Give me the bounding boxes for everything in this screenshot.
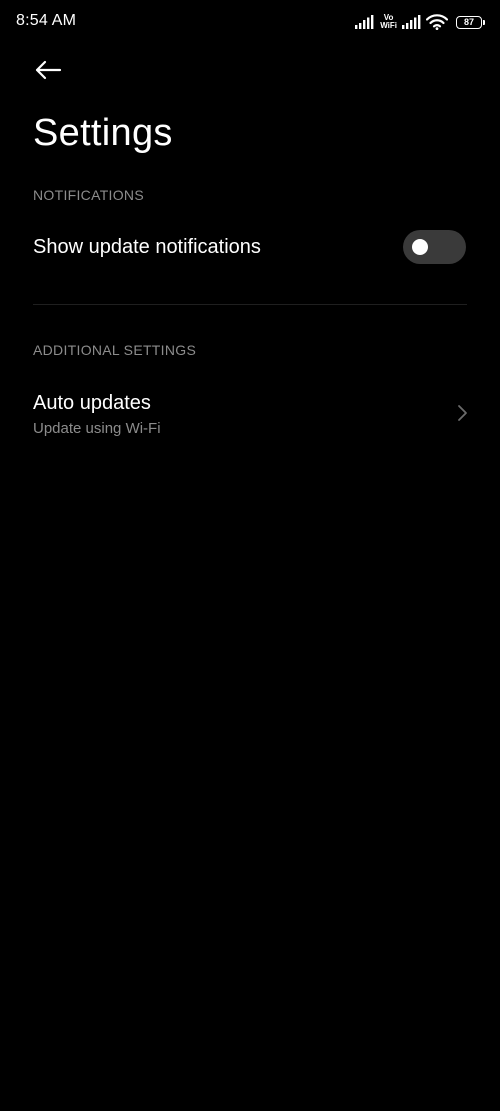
battery-level: 87 xyxy=(463,16,474,27)
status-bar: 8:54 AM Vo WiFi 87 xyxy=(0,0,500,44)
page-title: Settings xyxy=(33,112,173,154)
show-update-notifications-toggle[interactable] xyxy=(403,230,466,264)
show-update-notifications-label: Show update notifications xyxy=(33,236,261,258)
signal-icon xyxy=(355,15,374,29)
auto-updates-subtitle: Update using Wi-Fi xyxy=(33,420,161,437)
show-update-notifications-row[interactable]: Show update notifications xyxy=(0,222,500,274)
divider xyxy=(33,304,467,305)
status-time: 8:54 AM xyxy=(16,12,77,29)
toggle-knob xyxy=(412,239,428,255)
battery-icon: 87 xyxy=(456,15,485,29)
vowifi-icon: Vo WiFi xyxy=(380,13,397,30)
back-button[interactable] xyxy=(28,52,68,88)
chevron-right-icon xyxy=(458,405,467,421)
arrow-left-icon xyxy=(35,60,62,80)
status-icons: Vo WiFi 87 xyxy=(355,11,485,33)
auto-updates-label: Auto updates xyxy=(33,392,151,414)
wifi-icon xyxy=(426,14,448,30)
auto-updates-row[interactable]: Auto updates Update using Wi-Fi xyxy=(0,386,500,442)
section-header-additional-settings: ADDITIONAL SETTINGS xyxy=(33,342,197,358)
section-header-notifications: NOTIFICATIONS xyxy=(33,187,144,203)
signal-icon-secondary xyxy=(402,15,421,29)
